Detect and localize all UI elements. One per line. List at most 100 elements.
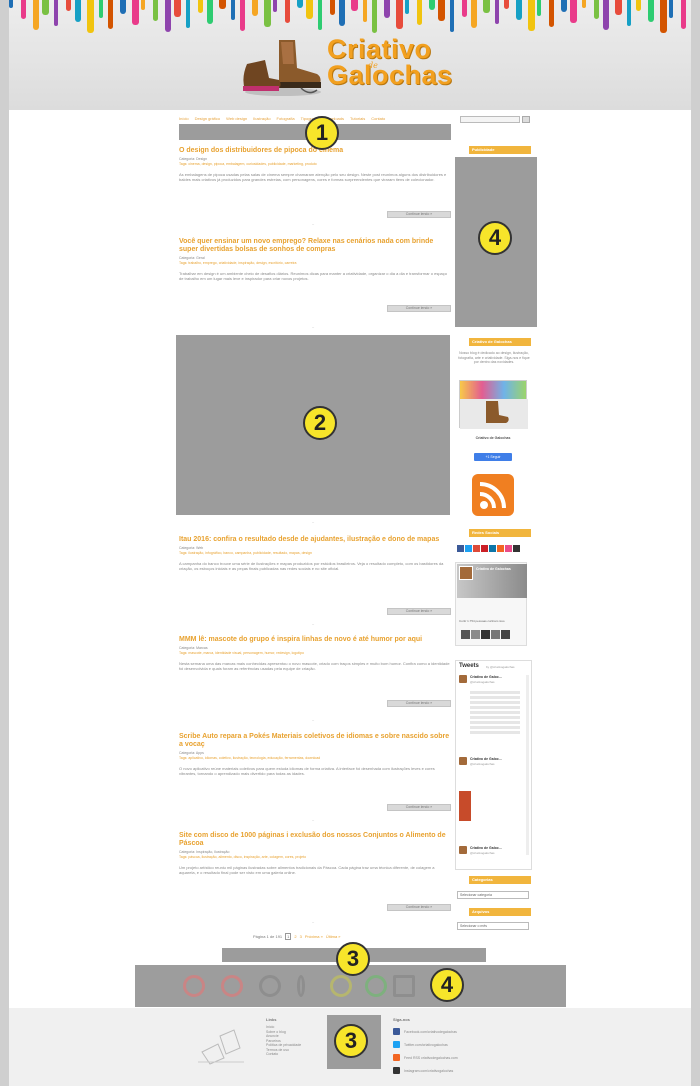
nav-link[interactable]: Início [179,116,189,122]
paint-drip [318,0,322,30]
post-meta: Categoria: Geral Tags: trabalho, emprego… [179,256,451,265]
twitter-icon[interactable] [465,545,472,552]
fb-fan-faces [461,630,510,639]
last-page-link[interactable]: Última » [326,934,341,939]
strip-icon[interactable] [393,975,415,997]
paint-drip [648,0,654,22]
paint-drip [615,0,622,15]
post-title[interactable]: Itau 2016: confira o resultado desde de … [179,536,451,544]
nav-link[interactable]: Fotografia [277,116,295,122]
post-meta: Categoria: Web Tags: ilustração, infográ… [179,546,451,555]
paint-drip [603,0,609,30]
paint-drip [306,0,313,19]
post-title[interactable]: MMM lê: mascote do grupo é inspira linha… [179,636,451,644]
fb-page-name[interactable]: Criativo de Galochas [476,567,511,571]
read-more-button[interactable]: Continue lendo » [387,700,451,707]
facebook-icon[interactable] [457,545,464,552]
paint-drip [594,0,599,19]
dribbble-icon[interactable] [505,545,512,552]
strip-icon[interactable] [183,975,205,997]
post-item: Site com disco de 1000 páginas i exclusã… [179,832,451,911]
search-input[interactable] [460,116,520,123]
tweet-item[interactable]: Criativo de Galoc... @criativogalochas [459,757,529,777]
annotation-marker-3: 3 [334,1024,368,1058]
category-select[interactable]: Selecionar categoria [457,891,529,899]
strip-icon[interactable] [297,975,305,997]
page-2[interactable]: 2 [294,934,296,939]
nav-link[interactable]: Design gráfico [195,116,221,122]
nav-link[interactable]: Tutoriais [350,116,365,122]
rss-icon [393,1054,400,1061]
read-more-button[interactable]: Continue lendo » [387,904,451,911]
nav-link[interactable]: Web design [226,116,247,122]
footer-link[interactable]: Contato [266,1052,301,1057]
paint-drip [141,0,145,10]
post-meta: Categoria: Inspiração, Ilustração Tags: … [179,850,451,859]
profile-name[interactable]: Criativo de Galochas [459,436,527,440]
about-text: Nosso blog é dedicado ao design, ilustra… [458,351,530,364]
paint-drip [516,0,522,20]
read-more-button[interactable]: Continue lendo » [387,608,451,615]
post-tags[interactable]: Tags: cinema, design, pipoca, embalagem,… [179,162,451,167]
post-title[interactable]: Site com disco de 1000 páginas i exclusã… [179,832,451,848]
post-separator: ~ [311,520,315,525]
nav-link[interactable]: Ilustração [253,116,270,122]
rss-icon[interactable] [472,474,514,516]
strip-icon[interactable] [221,975,243,997]
tweet-avatar [459,846,467,854]
rss-small-icon[interactable] [497,545,504,552]
strip-icon[interactable] [259,975,281,997]
follow-button[interactable]: +1 Seguir [474,453,512,461]
read-more-button[interactable]: Continue lendo » [387,211,451,218]
paint-drip [351,0,358,11]
footer-social-item[interactable]: Feed RSS criativodegalochas.com [393,1054,458,1061]
footer-link[interactable]: Política de privacidade [266,1043,301,1048]
search-button[interactable] [522,116,530,123]
post-tags[interactable]: Tags: mascote, marca, identidade visual,… [179,651,451,656]
footer-social-item[interactable]: Instagram.com/criativogalochas [393,1067,453,1074]
page-frame-right [691,0,700,1086]
footer-social-item[interactable]: Facebook.com/criativodegalochas [393,1028,457,1035]
paint-drip [99,0,103,18]
paint-drip [285,0,290,23]
post-tags[interactable]: Tags: trabalho, emprego, criatividade, i… [179,261,451,266]
google-plus-icon[interactable] [473,545,480,552]
paint-drip [330,0,335,15]
twitter-timeline-widget[interactable]: Tweets by @criativogalochas Criativo de … [455,660,532,870]
post-tags[interactable]: Tags: aplicativo, idiomas, coletivo, ilu… [179,756,451,761]
post-tags[interactable]: Tags: páscoa, ilustração, alimento, disc… [179,855,451,860]
nav-link[interactable]: Contato [371,116,385,122]
footer-social-item[interactable]: Twitter.com/criativogalochas [393,1041,448,1048]
paint-drip [165,0,171,32]
footer-links-title: Links [266,1017,277,1022]
footer-social-label: Instagram.com/criativogalochas [404,1068,454,1073]
strip-icon[interactable] [365,975,387,997]
page-3[interactable]: 3 [300,934,302,939]
linkedin-icon[interactable] [489,545,496,552]
paint-drip [396,0,403,29]
instagram-icon[interactable] [513,545,520,552]
facebook-page-widget[interactable]: Criativo de Galochas Curtir 1.754 pessoa… [455,562,527,646]
page-1[interactable]: 1 [285,933,292,940]
annotation-marker-4: 4 [478,221,512,255]
tweet-text [470,691,520,735]
post-title[interactable]: Scribe Auto repara a Pokés Materiais col… [179,733,451,749]
next-page-link[interactable]: Próxima » [305,934,323,939]
tweet-scrollbar[interactable] [526,675,529,855]
paint-drip [582,0,586,8]
annotation-marker-4: 4 [430,968,464,1002]
tweets-by-label[interactable]: by @criativogalochas [486,665,515,669]
site-logo-text[interactable]: Criativo Galochas [327,36,453,89]
paint-drip [405,0,409,14]
tweet-item[interactable]: Criativo de Galoc... @criativogalochas [459,846,529,866]
read-more-button[interactable]: Continue lendo » [387,305,451,312]
strip-icon[interactable] [330,975,352,997]
pinterest-icon[interactable] [481,545,488,552]
post-separator: ~ [311,325,315,330]
post-title[interactable]: Você quer ensinar um novo emprego? Relax… [179,238,451,254]
read-more-button[interactable]: Continue lendo » [387,804,451,811]
archive-select[interactable]: Selecionar o mês [457,922,529,930]
post-meta: Categoria: Design Tags: cinema, design, … [179,157,451,166]
tweet-image[interactable] [459,791,471,821]
post-tags[interactable]: Tags: ilustração, infográfico, banco, ca… [179,551,451,556]
